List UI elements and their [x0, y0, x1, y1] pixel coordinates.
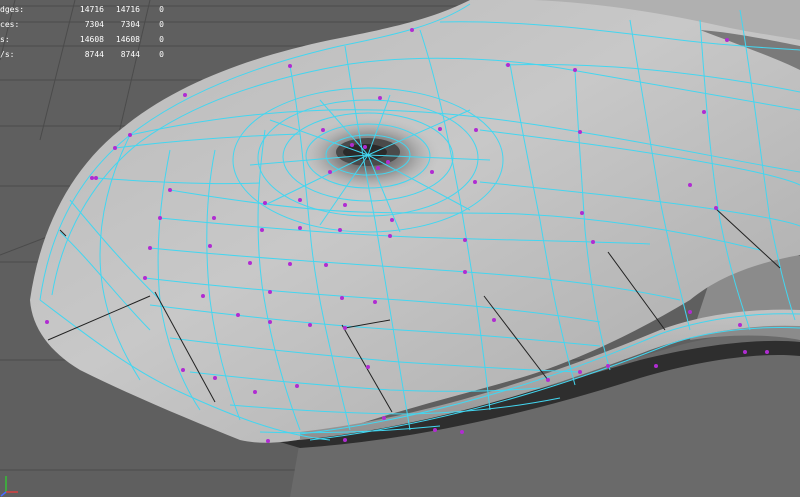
- hud-value: 0: [159, 35, 164, 44]
- hud-value: 0: [159, 5, 164, 14]
- hud-value: 0: [159, 20, 164, 29]
- hud-label: dges:: [0, 5, 25, 14]
- hud-label: s:: [0, 35, 10, 44]
- hud-value: 0: [159, 50, 164, 59]
- hud-row-faces: ces: 7304 7304 0: [0, 17, 180, 32]
- poly-count-hud: dges: 14716 14716 0 ces: 7304 7304 0 s: …: [0, 2, 180, 62]
- 3d-viewport[interactable]: [0, 0, 800, 497]
- hud-label: /s:: [0, 50, 15, 59]
- xyz-axis-icon: [0, 476, 18, 497]
- hud-row-edges: dges: 14716 14716 0: [0, 2, 180, 17]
- hud-row-tris: s: 14608 14608 0: [0, 32, 180, 47]
- hud-row-uvs: /s: 8744 8744 0: [0, 47, 180, 62]
- hud-label: ces:: [0, 20, 20, 29]
